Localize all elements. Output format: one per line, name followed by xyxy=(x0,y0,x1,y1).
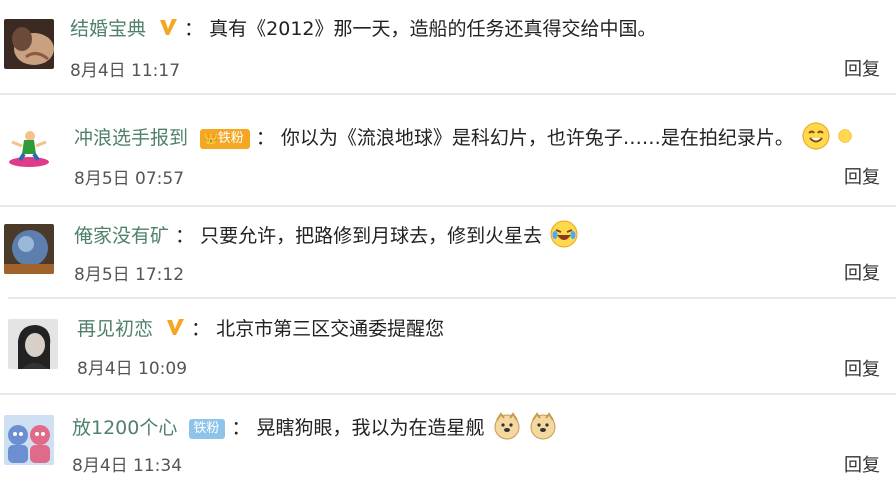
avatar[interactable] xyxy=(4,224,54,274)
comment-date: 8月4日 10:09 xyxy=(77,359,188,379)
comment-text: 北京市第三区交通委提醒您 xyxy=(216,318,445,340)
comment-line: 放1200个心 铁粉 ： 晃瞎狗眼，我以为在造星舰 xyxy=(72,412,557,441)
fan-badge-icon[interactable]: 铁粉 xyxy=(189,419,226,439)
avatar[interactable] xyxy=(8,319,58,369)
colon: ： xyxy=(191,318,211,340)
comment-date: 8月4日 11:17 xyxy=(70,61,181,81)
avatar[interactable] xyxy=(4,19,54,69)
comment-date: 8月5日 07:57 xyxy=(74,169,185,189)
comment-item: 放1200个心 铁粉 ： 晃瞎狗眼，我以为在造星舰 8月4日 11:34 回复 xyxy=(0,395,896,493)
comment-text: 只要允许，把路修到月球去，修到火星去 xyxy=(200,225,543,247)
username-link[interactable]: 结婚宝典 xyxy=(70,18,146,40)
comment-text: 你以为《流浪地球》是科幻片，也许兔子……是在拍纪录片。 xyxy=(280,127,794,149)
username-link[interactable]: 放1200个心 xyxy=(72,417,177,439)
comment-line: 结婚宝典 ： 真有《2012》那一天，造船的任务还真得交给中国。 xyxy=(70,16,657,42)
vip-v-icon[interactable] xyxy=(158,17,178,37)
laugh-cry-emoji-icon xyxy=(550,220,578,248)
comment-date: 8月5日 17:12 xyxy=(74,265,185,285)
comment-date: 8月4日 11:34 xyxy=(72,456,183,476)
smile-emoji-icon xyxy=(802,122,830,150)
comment-line: 再见初恋 ： 北京市第三区交通委提醒您 xyxy=(77,316,444,342)
comment-item: 结婚宝典 ： 真有《2012》那一天，造船的任务还真得交给中国。 8月4日 11… xyxy=(0,0,896,93)
colon: ： xyxy=(231,417,251,439)
vip-v-icon[interactable] xyxy=(165,317,185,337)
reply-button[interactable]: 回复 xyxy=(844,451,880,477)
username-link[interactable]: 俺家没有矿 xyxy=(74,225,169,247)
colon: ： xyxy=(255,127,275,149)
fan-badge-icon[interactable]: 👑铁粉 xyxy=(200,129,250,149)
comment-text: 晃瞎狗眼，我以为在造星舰 xyxy=(256,417,485,439)
comment-item: 再见初恋 ： 北京市第三区交通委提醒您 8月4日 10:09 回复 xyxy=(0,299,896,393)
username-link[interactable]: 再见初恋 xyxy=(77,318,153,340)
comment-line: 俺家没有矿 ： 只要允许，把路修到月球去，修到火星去 xyxy=(74,220,578,249)
comment-line: 冲浪选手报到 👑铁粉 ： 你以为《流浪地球》是科幻片，也许兔子……是在拍纪录片。 xyxy=(74,122,852,151)
comment-item: 冲浪选手报到 👑铁粉 ： 你以为《流浪地球》是科幻片，也许兔子……是在拍纪录片。… xyxy=(0,95,896,205)
reply-button[interactable]: 回复 xyxy=(844,163,880,189)
smile-emoji-icon xyxy=(838,129,852,143)
colon: ： xyxy=(175,225,195,247)
reply-button[interactable]: 回复 xyxy=(844,355,880,381)
avatar[interactable] xyxy=(4,415,54,465)
doge-emoji-icon xyxy=(530,412,556,440)
avatar[interactable] xyxy=(4,124,54,174)
fan-badge-label: 铁粉 xyxy=(217,131,244,146)
reply-button[interactable]: 回复 xyxy=(844,259,880,285)
username-link[interactable]: 冲浪选手报到 xyxy=(74,127,188,149)
fan-badge-label: 铁粉 xyxy=(193,421,220,436)
comment-item: 俺家没有矿 ： 只要允许，把路修到月球去，修到火星去 8月5日 17:12 回复 xyxy=(0,207,896,297)
doge-emoji-icon xyxy=(494,412,520,440)
colon: ： xyxy=(184,18,204,40)
comment-text: 真有《2012》那一天，造船的任务还真得交给中国。 xyxy=(209,18,657,40)
reply-button[interactable]: 回复 xyxy=(844,55,880,81)
